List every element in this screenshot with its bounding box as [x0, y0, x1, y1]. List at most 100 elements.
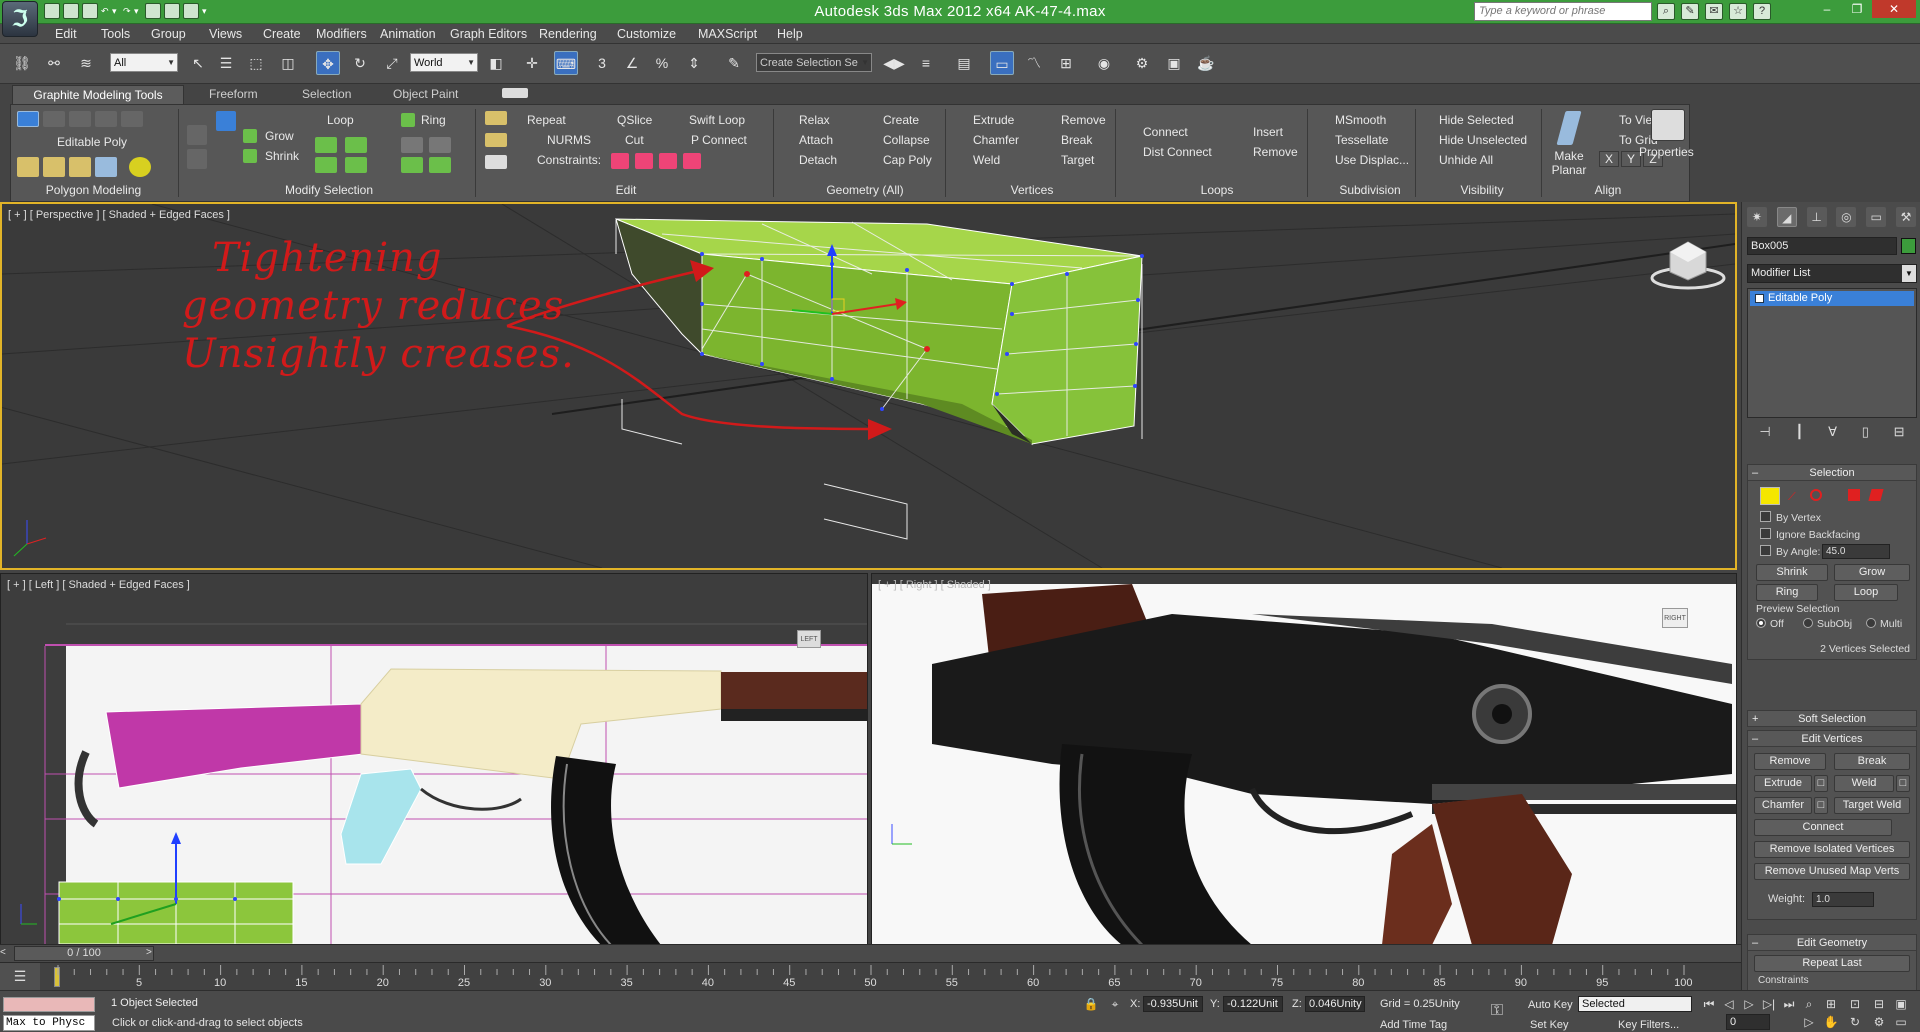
z-coordinate-field[interactable]: 0.046Unity — [1305, 996, 1365, 1012]
msmooth-button[interactable]: MSmooth — [1335, 113, 1386, 127]
border-mode-icon[interactable] — [1810, 489, 1822, 501]
object-name-field[interactable]: Box005 — [1747, 237, 1897, 255]
edit-named-selection-icon[interactable]: ✎ — [722, 51, 746, 75]
spinner-icon[interactable] — [485, 155, 507, 169]
keyword-search-input[interactable]: Type a keyword or phrase — [1474, 2, 1652, 21]
ring-step-icon[interactable] — [401, 157, 423, 173]
by-vertex-checkbox[interactable]: By Vertex — [1760, 511, 1821, 524]
select-and-scale-icon[interactable]: ⤢ — [380, 51, 404, 75]
preview-selection-icon[interactable] — [187, 125, 207, 145]
preserve-uvs-icon[interactable] — [485, 111, 507, 125]
show-end-result-icon[interactable]: ┃ — [1795, 424, 1803, 444]
properties-button[interactable]: Properties — [1639, 145, 1694, 159]
select-by-vertex-icon[interactable] — [216, 111, 236, 131]
create-tab-icon[interactable]: ✷ — [1746, 207, 1767, 227]
weight-spinner[interactable]: 1.0 — [1812, 892, 1874, 907]
extrude-settings-button[interactable]: □ — [1814, 775, 1828, 792]
tessellate-button[interactable]: Tessellate — [1335, 133, 1388, 147]
swift-loop-button[interactable]: Swift Loop — [689, 113, 745, 127]
align-icon[interactable]: ≡ — [914, 51, 938, 75]
p-connect-button[interactable]: P Connect — [691, 133, 747, 147]
track-bar[interactable]: ☰ 5 10 15 20 25 30 35 40 45 50 55 60 65 70 75 80 85 90 95 1… — [0, 962, 1741, 991]
menu-animation[interactable]: Animation — [380, 27, 436, 41]
chamfer-settings-button[interactable]: □ — [1814, 797, 1828, 814]
rectangular-selection-icon[interactable]: ⬚ — [244, 51, 268, 75]
help-icon[interactable]: ? — [1753, 3, 1771, 20]
lock-selection-icon[interactable]: 🔒 — [1082, 996, 1100, 1012]
object-color-swatch[interactable] — [1901, 238, 1916, 254]
configure-modifier-sets-icon[interactable]: ⊟ — [1894, 424, 1905, 444]
edge-subobject-icon[interactable] — [43, 111, 65, 127]
collapse-button[interactable]: Collapse — [883, 133, 930, 147]
attach-button[interactable]: Attach — [799, 133, 833, 147]
connect-vertex-button[interactable]: Connect — [1754, 819, 1892, 836]
add-time-tag-button[interactable]: Add Time Tag — [1380, 1019, 1447, 1031]
auto-key-button[interactable]: Auto Key — [1528, 999, 1573, 1011]
ring-button[interactable]: Ring — [421, 113, 446, 127]
show-end-result-icon[interactable] — [17, 157, 39, 177]
grow-selection-button[interactable]: Grow — [1834, 564, 1910, 581]
element-subobject-icon[interactable] — [121, 111, 143, 127]
unhide-all-button[interactable]: Unhide All — [1439, 153, 1493, 167]
remove-button[interactable]: Remove — [1754, 753, 1826, 770]
maximize-viewport-icon[interactable]: ▣ — [1892, 996, 1910, 1012]
nurms-button[interactable]: NURMS — [547, 133, 591, 147]
x-coordinate-field[interactable]: -0.935Unit — [1143, 996, 1203, 1012]
target-weld-vertex-button[interactable]: Target Weld — [1834, 797, 1910, 814]
orbit-icon[interactable]: ↻ — [1846, 1014, 1864, 1030]
qslice-button[interactable]: QSlice — [617, 113, 652, 127]
menu-create[interactable]: Create — [263, 27, 301, 41]
search-binoculars-icon[interactable]: ⌕ — [1657, 3, 1675, 20]
menu-group[interactable]: Group — [151, 27, 186, 41]
motion-tab-icon[interactable]: ◎ — [1836, 207, 1857, 227]
preview-off-radio[interactable]: Off — [1756, 618, 1784, 630]
field-of-view-icon[interactable]: ▷ — [1800, 1014, 1818, 1030]
time-configuration-icon[interactable]: ⚙ — [1870, 1014, 1888, 1030]
ring-selection-button[interactable]: Ring — [1756, 584, 1818, 601]
polygon-mode-icon[interactable] — [1848, 489, 1860, 501]
tab-object-paint[interactable]: Object Paint — [393, 87, 458, 101]
loop-mode-icon[interactable] — [315, 137, 337, 153]
select-and-move-icon[interactable]: ✥ — [316, 51, 340, 75]
chamfer-vertex-button[interactable]: Chamfer — [1754, 797, 1812, 814]
set-key-icon[interactable]: ⚿ — [1488, 1003, 1506, 1019]
reference-coordinate-dropdown[interactable]: World — [410, 53, 478, 72]
zoom-extents-icon[interactable]: ⊡ — [1846, 996, 1864, 1012]
select-and-rotate-icon[interactable]: ↻ — [348, 51, 372, 75]
absolute-mode-icon[interactable]: ⌖ — [1106, 996, 1124, 1012]
vertices-footer[interactable]: Vertices — [947, 183, 1117, 197]
cut-button[interactable]: Cut — [625, 133, 644, 147]
chamfer-button[interactable]: Chamfer — [973, 133, 1019, 147]
schematic-view-icon[interactable]: ⊞ — [1054, 51, 1078, 75]
bind-space-warp-icon[interactable]: ≋ — [74, 51, 98, 75]
utilities-tab-icon[interactable]: ⚒ — [1896, 207, 1917, 227]
shrink-selection-button[interactable]: Shrink — [1756, 564, 1828, 581]
viewcube-right[interactable]: RIGHT — [1662, 608, 1688, 628]
menu-tools[interactable]: Tools — [101, 27, 130, 41]
modify-selection-footer[interactable]: Modify Selection — [179, 183, 479, 197]
rendered-frame-window-icon[interactable]: ▣ — [1162, 51, 1186, 75]
preview-subobj-radio[interactable]: SubObj — [1803, 618, 1852, 630]
mini-curve-editor-icon[interactable]: ☰ — [0, 963, 40, 991]
minimize-button[interactable]: – — [1812, 0, 1842, 18]
weld-settings-button[interactable]: □ — [1896, 775, 1910, 792]
remove-modifier-icon[interactable] — [95, 157, 117, 177]
edit-footer[interactable]: Edit — [481, 183, 771, 197]
edge-mode-icon[interactable]: ⟋ — [1788, 491, 1796, 504]
angle-spinner[interactable]: 45.0 — [1822, 544, 1890, 559]
shrink-button[interactable]: Shrink — [265, 149, 299, 163]
vertex-mode-icon[interactable] — [1760, 487, 1780, 505]
named-selection-dropdown[interactable]: Create Selection Se — [756, 53, 872, 72]
hide-unselected-button[interactable]: Hide Unselected — [1439, 133, 1527, 147]
polygon-modeling-footer[interactable]: Polygon Modeling — [11, 183, 176, 197]
close-button[interactable]: ✕ — [1872, 0, 1916, 18]
select-and-link-icon[interactable]: ⛓ — [10, 51, 34, 75]
selection-rollout-header[interactable]: – Selection — [1748, 465, 1916, 481]
connect-button[interactable]: Connect — [1143, 125, 1188, 139]
communication-center-icon[interactable]: ✉ — [1705, 3, 1723, 20]
graphite-ribbon-toggle-icon[interactable]: ▭ — [990, 51, 1014, 75]
viewcube-left[interactable]: LEFT — [797, 630, 821, 648]
tweak-icon[interactable] — [485, 133, 507, 147]
menu-help[interactable]: Help — [777, 27, 803, 41]
viewport-right[interactable]: [ + ] [ Right ] [ Shaded ] RIGHT — [871, 573, 1737, 946]
